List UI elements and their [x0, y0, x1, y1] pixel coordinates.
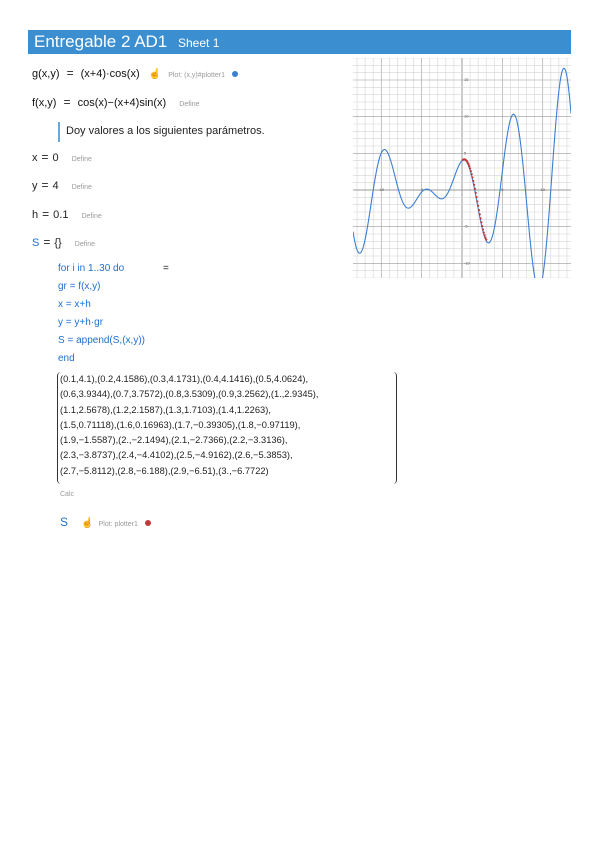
s-point [476, 200, 479, 203]
param-value: 0 [52, 152, 59, 164]
equation-g-lhs: g(x,y) [32, 68, 60, 80]
sheet-label[interactable]: Sheet 1 [178, 36, 219, 50]
param-y[interactable]: y = 4 Define [32, 178, 92, 192]
text-note-content: Doy valores a los siguientes parámetros. [66, 125, 265, 137]
s-point [475, 196, 478, 199]
s-point [468, 165, 471, 168]
y-tick-label: 10 [464, 114, 469, 119]
loop-equals-sign: = [162, 263, 169, 274]
loop-header[interactable]: for i in 1..30 do = [58, 263, 169, 274]
text-note[interactable]: Doy valores a los siguientes parámetros. [58, 122, 265, 142]
s-point [468, 167, 472, 170]
document-title: Entregable 2 AD1 [34, 32, 168, 51]
s-point [485, 238, 488, 241]
plot-s-name: S [60, 515, 69, 529]
plot-action-label[interactable]: Plot: (x,y)#plotter1 [168, 72, 225, 79]
result-line: (1.9,−1.5587),(2.,−2.1494),(2.1,−2.7366)… [60, 435, 288, 446]
loop-line-append[interactable]: S = append(S,(x,y)) [58, 335, 145, 346]
plot-series-red-dot-icon [144, 520, 151, 527]
equation-f[interactable]: f(x,y) = cos(x)−(x+4)sin(x) Define [32, 95, 200, 109]
y-tick-label: -5 [464, 224, 468, 229]
s-point [484, 236, 487, 239]
plotter1-chart[interactable]: -10 -5 5 10-10-551015 [353, 58, 571, 278]
s-point [474, 191, 477, 194]
s-point [483, 234, 486, 237]
result-brace-right [391, 372, 397, 484]
pointer-hand-icon: ☝ [148, 69, 162, 80]
y-tick-label: 15 [464, 77, 469, 82]
result-line: (0.6,3.9344),(0.7,3.7572),(0.8,3.5309),(… [60, 389, 319, 400]
param-name: x [32, 152, 38, 164]
s-point [473, 183, 476, 186]
define-action-label[interactable]: Define [82, 213, 102, 220]
s-point [482, 231, 485, 234]
x-tick-label: -10 [378, 187, 385, 192]
result-line: (2.3,−3.8737),(2.4,−4.4102),(2.5,−4.9162… [60, 450, 293, 461]
equation-g-equals: = [66, 66, 74, 80]
s-point [479, 217, 482, 220]
loop-line-x[interactable]: x = x+h [58, 299, 91, 310]
equation-g-rhs: (x+4)·cos(x) [80, 68, 140, 80]
result-line: (1.1,2.5678),(1.2,2.1587),(1.3,1.7103),(… [60, 404, 271, 415]
result-line: (2.7,−5.8112),(2.8,−6.188),(2.9,−6.51),(… [60, 465, 269, 476]
define-action-label[interactable]: Define [72, 184, 92, 191]
param-name: S [32, 237, 40, 249]
s-point [470, 173, 473, 176]
s-point [478, 213, 481, 216]
y-tick-label: 5 [464, 150, 467, 155]
param-value: {} [54, 237, 62, 249]
s-point [477, 204, 480, 207]
y-tick-label: -10 [464, 260, 471, 265]
result-line: (0.1,4.1),(0.2,4.1586),(0.3,4.1731),(0.4… [60, 374, 309, 384]
s-point [480, 221, 483, 224]
equation-f-equals: = [63, 95, 71, 109]
result-set[interactable]: (0.1,4.1),(0.2,4.1586),(0.3,4.1731),(0.4… [60, 372, 318, 479]
equation-f-lhs: f(x,y) [32, 97, 57, 109]
param-x[interactable]: x = 0 Define [32, 150, 92, 164]
s-point [481, 224, 484, 228]
define-action-label[interactable]: Define [72, 156, 92, 163]
s-point [467, 163, 470, 166]
pointer-hand-icon: ☝ [81, 518, 94, 529]
plot-series-blue-dot-icon [232, 71, 239, 78]
s-point [473, 187, 477, 190]
s-point [481, 228, 485, 231]
calc-action-label[interactable]: Calc [60, 491, 74, 498]
s-point [469, 170, 472, 173]
param-name: y [32, 180, 38, 192]
loop-line-for: for i in 1..30 do [58, 263, 125, 274]
param-name: h [32, 209, 39, 221]
result-line: (1.5,0.71118),(1.6,0.16963),(1.7,−0.3930… [60, 419, 301, 430]
loop-line-end[interactable]: end [58, 353, 75, 364]
param-s[interactable]: S ={} Define [32, 235, 95, 249]
loop-line-y[interactable]: y = y+h·gr [58, 317, 103, 328]
s-point [472, 179, 475, 183]
sheet-title-bar: Entregable 2 AD1 Sheet 1 [28, 30, 571, 54]
loop-line-gr[interactable]: gr = f(x,y) [58, 281, 101, 292]
plot-grid [353, 58, 571, 278]
param-value: 4 [52, 180, 59, 192]
x-tick-label: 10 [541, 187, 546, 192]
define-action-label[interactable]: Define [179, 101, 199, 108]
plot-s-row[interactable]: S ☝ Plot: plotter1 [60, 515, 151, 529]
plot-action-label[interactable]: Plot: plotter1 [99, 521, 138, 528]
define-action-label[interactable]: Define [75, 241, 95, 248]
s-point [471, 176, 474, 179]
param-value: 0.1 [53, 209, 69, 221]
equation-g[interactable]: g(x,y) = (x+4)·cos(x) ☝ Plot: (x,y)#plot… [32, 66, 239, 80]
s-point [477, 208, 481, 212]
equation-f-rhs: cos(x)−(x+4)sin(x) [77, 97, 167, 109]
param-h[interactable]: h = 0.1 Define [32, 207, 102, 221]
